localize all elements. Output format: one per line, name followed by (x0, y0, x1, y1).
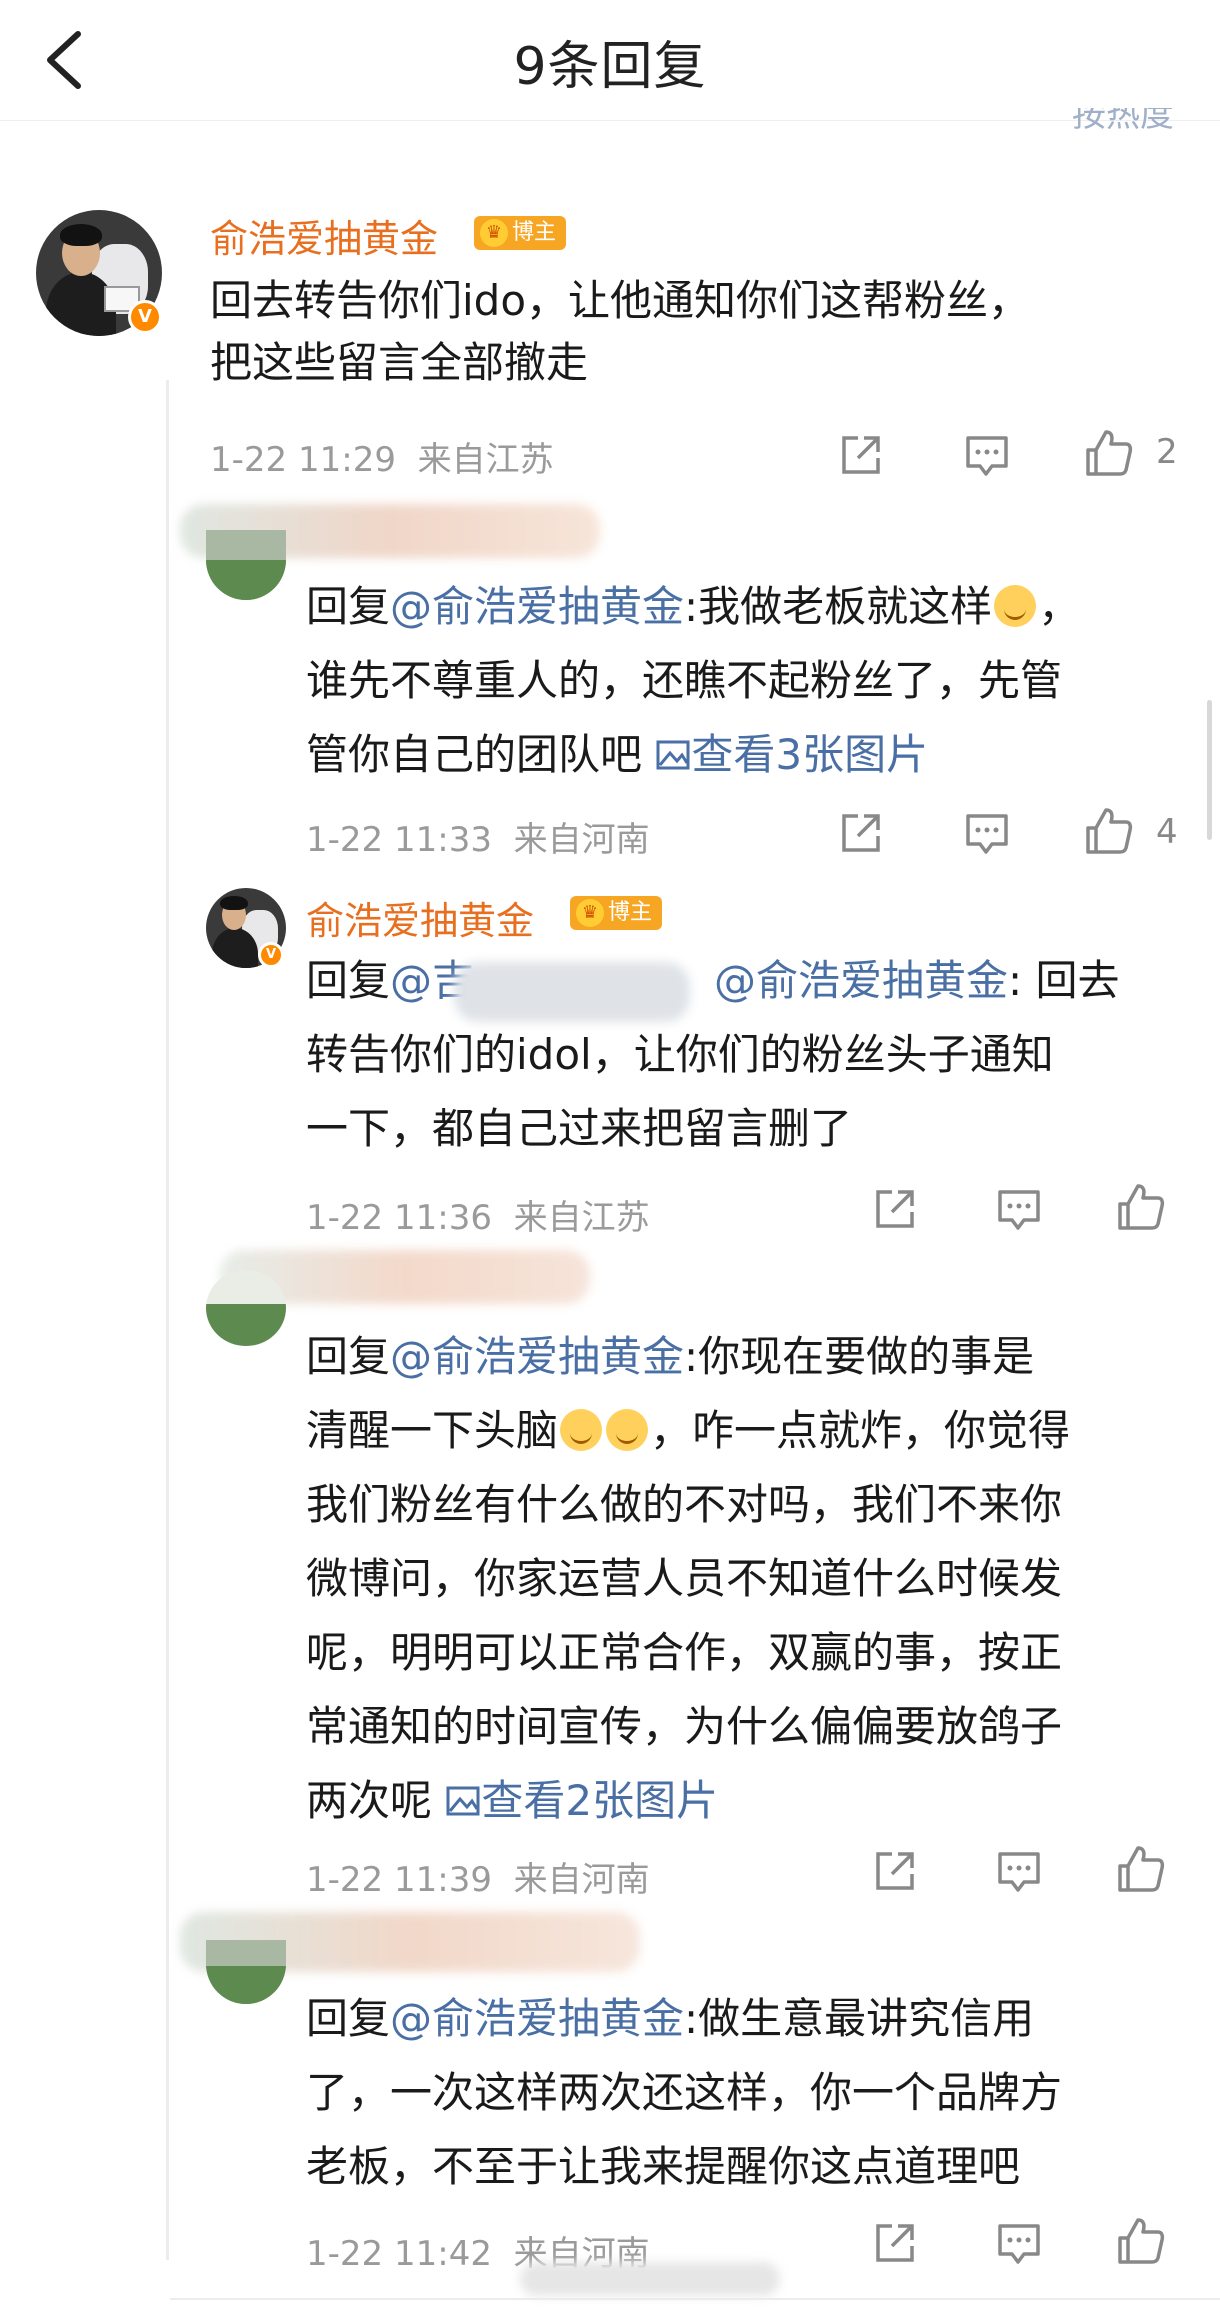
comment-icon (966, 814, 1008, 854)
view-images-link[interactable]: 查看3张图片 (655, 730, 928, 779)
verified-badge: V (128, 300, 162, 334)
comment-icon (998, 1190, 1040, 1230)
crown-icon: ♛ (480, 219, 508, 247)
comment-icon (998, 2224, 1040, 2264)
reply-text: 回复@俞浩爱抽黄金:做生意最讲究信用 了，一次这样两次还这样，你一个品牌方 老板… (306, 1994, 1063, 2191)
thread-line (166, 380, 169, 2260)
divider (170, 2298, 1220, 2300)
mention-link[interactable]: @俞浩爱抽黄金 (390, 1332, 684, 1381)
share-button[interactable] (836, 808, 886, 858)
host-badge: ♛ 博主 (474, 216, 567, 250)
author-name[interactable]: 俞浩爱抽黄金 (210, 208, 438, 263)
redacted-mention (454, 962, 690, 1022)
mention-link[interactable]: @俞浩爱抽黄金 (390, 1994, 684, 2043)
thumbs-up-icon (1118, 2218, 1165, 2264)
reply-meta: 1-22 11:36 来自江苏 (306, 1198, 650, 1238)
image-icon (656, 740, 690, 770)
like-button[interactable] (1116, 1844, 1166, 1894)
comment-button[interactable] (994, 1846, 1044, 1896)
reply-meta: 1-22 11:33 来自河南 (306, 820, 650, 860)
smile-emoji-icon (560, 1409, 603, 1451)
thumbs-up-icon (1086, 808, 1133, 854)
avatar[interactable] (206, 1940, 286, 2004)
smile-emoji-icon (606, 1409, 649, 1451)
redacted-watermark (520, 2262, 780, 2296)
image-icon (446, 1786, 480, 1816)
verified-badge: V (258, 942, 284, 968)
thumbs-up-icon (1118, 1846, 1165, 1892)
mention-link[interactable]: @俞浩爱抽黄金 (714, 956, 1008, 1005)
smile-emoji-icon (994, 585, 1037, 627)
like-count: 2 (1156, 432, 1178, 472)
share-button[interactable] (870, 1184, 920, 1234)
like-button[interactable] (1084, 806, 1134, 856)
comment-button[interactable] (994, 1184, 1044, 1234)
mention-link[interactable]: @俞浩爱抽黄金 (390, 582, 684, 631)
share-button[interactable] (836, 430, 886, 480)
reply-text: 回复@吉 @俞浩爱抽黄金: 回去 转告你们的idol，让你们的粉丝头子通知 一下，… (306, 956, 1120, 1153)
comment-button[interactable] (994, 2218, 1044, 2268)
share-icon (876, 1852, 914, 1890)
avatar[interactable] (206, 530, 286, 600)
reply-meta: 1-22 11:39 来自河南 (306, 1860, 650, 1900)
comment-icon (966, 436, 1008, 476)
share-button[interactable] (870, 2218, 920, 2268)
host-badge: ♛ 博主 (570, 896, 663, 930)
reply-text: 回复@俞浩爱抽黄金:你现在要做的事是 清醒一下头脑 ，咋一点就炸，你觉得 我们粉丝… (306, 1332, 1071, 1825)
comment-meta: 1-22 11:29 来自江苏 (210, 440, 554, 480)
comment-button[interactable] (962, 808, 1012, 858)
comment-text: 回去转告你们ido，让他通知你们这帮粉丝， 把这些留言全部撤走 (210, 276, 1031, 387)
share-icon (876, 2224, 914, 2262)
thumbs-up-icon (1086, 430, 1133, 476)
sort-toggle[interactable]: 按热度 (1072, 108, 1174, 130)
like-count: 4 (1156, 812, 1178, 852)
like-button[interactable] (1116, 1182, 1166, 1232)
share-icon (842, 436, 880, 474)
like-button[interactable] (1116, 2216, 1166, 2266)
reply-text: 回复@俞浩爱抽黄金:我做老板就这样， 谁先不尊重人的，还瞧不起粉丝了，先管 管你… (306, 582, 1081, 779)
share-icon (876, 1190, 914, 1228)
comment-icon (998, 1852, 1040, 1892)
like-button[interactable] (1084, 428, 1134, 478)
share-button[interactable] (870, 1846, 920, 1896)
author-name[interactable]: 俞浩爱抽黄金 (306, 890, 534, 945)
comment-button[interactable] (962, 430, 1012, 480)
view-images-link[interactable]: 查看2张图片 (445, 1776, 718, 1825)
top-bar: 9条回复 按热度 (0, 0, 1220, 130)
crown-icon: ♛ (576, 899, 604, 927)
scrollbar[interactable] (1207, 700, 1212, 840)
page-title: 9条回复 (513, 37, 707, 97)
share-icon (842, 814, 880, 852)
thumbs-up-icon (1118, 1184, 1165, 1230)
avatar[interactable] (206, 1270, 286, 1346)
